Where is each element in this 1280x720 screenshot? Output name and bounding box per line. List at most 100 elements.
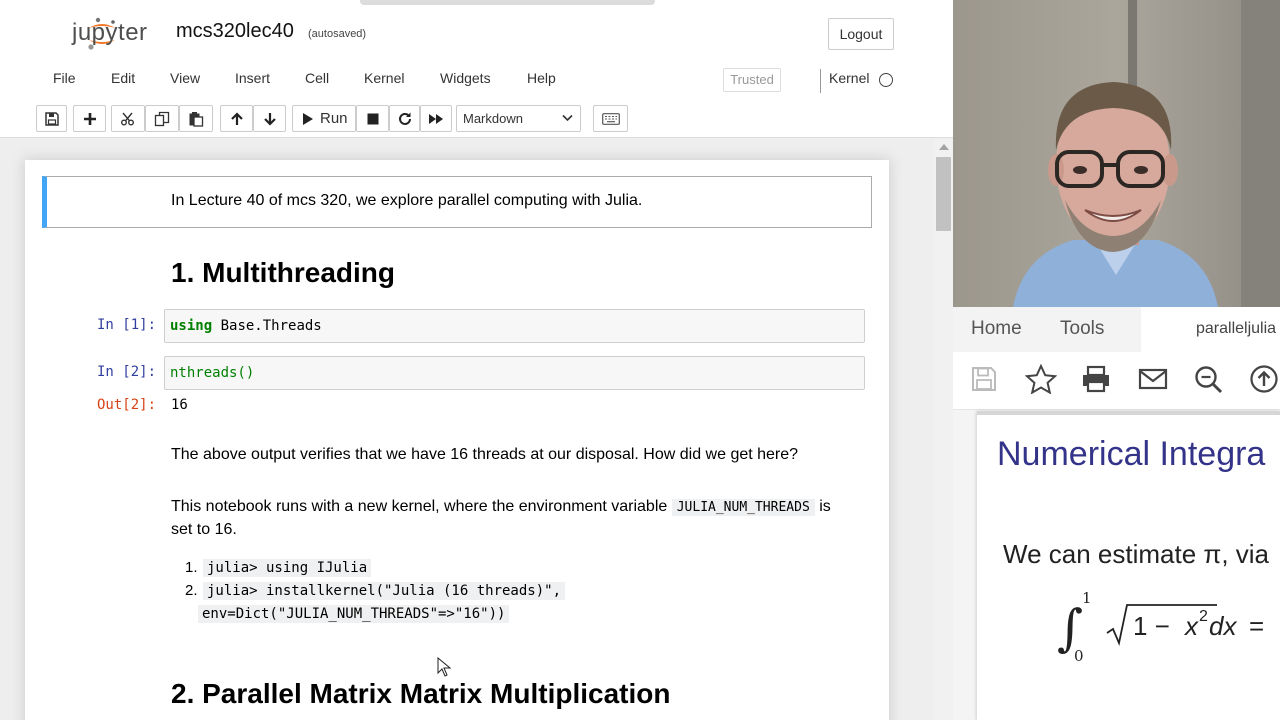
copy-button[interactable] xyxy=(145,105,179,132)
trusted-badge[interactable]: Trusted xyxy=(723,68,781,92)
menu-widgets[interactable]: Widgets xyxy=(440,70,491,86)
move-up-button[interactable] xyxy=(220,105,253,132)
code-text: Base.Threads xyxy=(212,318,322,334)
interrupt-button[interactable] xyxy=(356,105,389,132)
code-keyword: using xyxy=(170,318,213,334)
chevron-down-icon xyxy=(562,114,573,122)
pdf-tab-tools[interactable]: Tools xyxy=(1060,318,1104,340)
paste-button[interactable] xyxy=(179,105,213,132)
arrow-up-icon xyxy=(230,111,243,125)
cut-button[interactable] xyxy=(111,105,145,132)
pdf-slide-text: We can estimate π, via xyxy=(1003,539,1270,569)
command-palette-button[interactable] xyxy=(593,105,628,132)
menu-cell[interactable]: Cell xyxy=(305,70,329,86)
cell-type-select[interactable]: Markdown xyxy=(456,105,581,132)
star-icon[interactable] xyxy=(1025,364,1057,394)
pdf-slide-title: Numerical Integra xyxy=(997,435,1266,473)
print-icon[interactable] xyxy=(1081,364,1111,394)
code-cell-1[interactable]: using Base.Threads xyxy=(164,309,865,343)
jupyter-notebook-window: jupyter mcs320lec40 (autosaved) Logout F… xyxy=(0,0,953,720)
svg-text:=: = xyxy=(1249,611,1264,641)
paragraph-kernel-text-b: is xyxy=(819,498,831,515)
plus-icon xyxy=(83,112,96,125)
paragraph-kernel-text-a: This notebook runs with a new kernel, wh… xyxy=(171,498,668,515)
run-button[interactable]: Run xyxy=(292,105,356,132)
kernel-label: Kernel xyxy=(829,70,870,86)
keyboard-icon xyxy=(601,112,620,125)
input-prompt-2: In [2]: xyxy=(97,364,157,380)
paragraph-kernel: This notebook runs with a new kernel, wh… xyxy=(171,496,861,541)
pdf-integral-formula: ∫ 1 0 1 − x 2 dx = xyxy=(1057,589,1264,663)
save-icon xyxy=(44,111,59,126)
svg-text:dx: dx xyxy=(1209,611,1237,641)
list-item-1-code: julia> using IJulia xyxy=(203,559,372,577)
intro-text: In Lecture 40 of mcs 320, we explore par… xyxy=(171,192,643,209)
logout-button[interactable]: Logout xyxy=(828,18,894,50)
cut-icon xyxy=(121,112,134,125)
list-item-2-code-cont: env=Dict("JULIA_NUM_THREADS"=>"16")) xyxy=(198,605,510,623)
code-function: nthreads() xyxy=(170,365,255,381)
heading-parallel-matmul: 2. Parallel Matrix Matrix Multiplication xyxy=(171,678,671,709)
list-number-2: 2. xyxy=(185,582,198,599)
browser-address-strip xyxy=(360,0,655,5)
scroll-up-arrow-icon[interactable] xyxy=(939,144,949,150)
fast-forward-icon xyxy=(429,113,443,124)
webcam-presenter-image xyxy=(953,0,1280,307)
restart-icon xyxy=(398,112,411,125)
zoom-icon[interactable] xyxy=(1193,364,1225,394)
upload-icon[interactable] xyxy=(1249,364,1280,394)
menubar: File Edit View Insert Cell Kernel Widget… xyxy=(36,65,900,97)
list-number-1: 1. xyxy=(185,559,198,576)
paragraph-kernel-text-c: set to 16. xyxy=(171,521,237,538)
heading-multithreading: 1. Multithreading xyxy=(171,257,395,288)
svg-text:1: 1 xyxy=(1082,589,1092,607)
right-panel: Home Tools paralleljulia Numerical Integ… xyxy=(953,0,1280,720)
restart-run-all-button[interactable] xyxy=(420,105,452,132)
run-icon xyxy=(303,112,313,125)
notebook-header: jupyter mcs320lec40 (autosaved) Logout xyxy=(0,0,953,63)
svg-text:0: 0 xyxy=(1074,647,1084,663)
save-icon[interactable] xyxy=(971,364,997,394)
autosave-status: (autosaved) xyxy=(308,28,367,40)
svg-text:2: 2 xyxy=(1199,608,1208,625)
pdf-toolbar xyxy=(953,352,1280,410)
menu-file[interactable]: File xyxy=(53,70,76,86)
menu-view[interactable]: View xyxy=(170,70,200,86)
notebook-scrollbar[interactable] xyxy=(934,139,953,720)
list-item-2-code: julia> installkernel("Julia (16 threads)… xyxy=(203,582,566,600)
menu-kernel[interactable]: Kernel xyxy=(364,70,404,86)
mail-icon[interactable] xyxy=(1138,364,1168,394)
move-down-button[interactable] xyxy=(253,105,286,132)
input-prompt-1: In [1]: xyxy=(97,317,157,333)
svg-text:x: x xyxy=(1183,611,1199,641)
save-button[interactable] xyxy=(36,105,67,132)
notebook-name[interactable]: mcs320lec40 xyxy=(176,20,294,43)
insert-cell-button[interactable] xyxy=(73,105,106,132)
menubar-toolbar-container: File Edit View Insert Cell Kernel Widget… xyxy=(0,63,953,138)
paste-icon xyxy=(189,111,204,127)
run-button-label: Run xyxy=(320,110,348,127)
pdf-page: Numerical Integra We can estimate π, via… xyxy=(977,411,1280,720)
scroll-thumb[interactable] xyxy=(936,157,951,231)
output-value: 16 xyxy=(171,397,188,413)
cell-type-value: Markdown xyxy=(463,111,523,126)
stop-icon xyxy=(367,113,378,124)
notebook-container xyxy=(25,160,889,720)
menu-help[interactable]: Help xyxy=(527,70,556,86)
code-cell-2[interactable]: nthreads() xyxy=(164,356,865,390)
svg-text:1 −: 1 − xyxy=(1133,611,1170,641)
inline-code-env-var: JULIA_NUM_THREADS xyxy=(671,499,815,516)
menu-insert[interactable]: Insert xyxy=(235,70,270,86)
output-prompt-2: Out[2]: xyxy=(97,397,157,413)
paragraph-threads: The above output verifies that we have 1… xyxy=(171,446,799,463)
restart-button[interactable] xyxy=(389,105,420,132)
jupyter-logo-text: jupyter xyxy=(72,19,148,46)
kernel-separator xyxy=(820,69,821,93)
menu-edit[interactable]: Edit xyxy=(111,70,135,86)
pdf-file-tab[interactable]: paralleljulia xyxy=(1196,320,1276,338)
copy-icon xyxy=(154,111,170,126)
mouse-pointer-icon xyxy=(437,657,451,677)
pdf-tab-home[interactable]: Home xyxy=(971,318,1022,340)
kernel-idle-indicator-icon xyxy=(879,73,893,87)
arrow-down-icon xyxy=(263,112,276,126)
